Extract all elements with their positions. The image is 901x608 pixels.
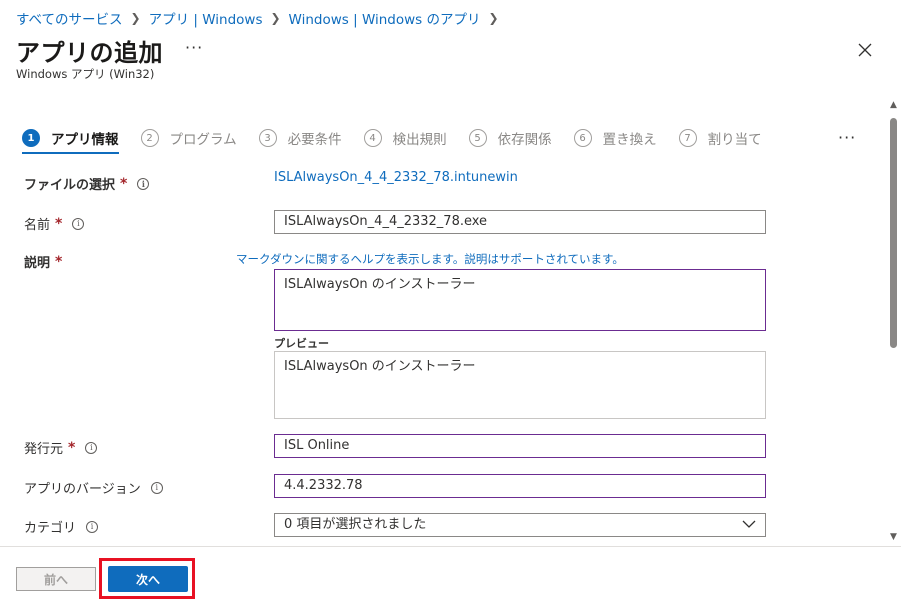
step-assignments[interactable]: 7 割り当て bbox=[678, 128, 762, 148]
breadcrumb: すべてのサービス ❯ アプリ | Windows ❯ Windows | Win… bbox=[16, 8, 507, 28]
chevron-down-icon bbox=[742, 514, 756, 536]
step-label: 置き換え bbox=[602, 132, 657, 148]
required-mark: * bbox=[68, 439, 76, 456]
step-requirements[interactable]: 3 必要条件 bbox=[258, 128, 342, 148]
page-subtitle: Windows アプリ (Win32) bbox=[16, 67, 155, 81]
scrollbar[interactable]: ▲ ▼ bbox=[887, 100, 901, 546]
category-select[interactable]: 0 項目が選択されました bbox=[274, 513, 766, 537]
step-number: 3 bbox=[258, 129, 277, 147]
chevron-right-icon: ❯ bbox=[130, 11, 141, 25]
steps-more-button[interactable]: ··· bbox=[838, 128, 856, 147]
more-options-button[interactable]: ··· bbox=[185, 38, 203, 57]
step-number: 2 bbox=[140, 129, 159, 147]
version-label: アプリのバージョン i bbox=[24, 478, 163, 497]
step-label: 必要条件 bbox=[287, 132, 342, 148]
markdown-help-link[interactable]: マークダウンに関するヘルプを表示します。説明はサポートされています。 bbox=[236, 251, 624, 267]
name-label: 名前 * i bbox=[24, 214, 85, 233]
info-icon[interactable]: i bbox=[85, 441, 98, 454]
wizard-steps: 1 アプリ情報 2 プログラム 3 必要条件 4 検出規則 5 依存関係 6 置… bbox=[22, 128, 784, 154]
close-icon[interactable] bbox=[855, 40, 875, 60]
chevron-right-icon: ❯ bbox=[488, 11, 499, 25]
next-button[interactable]: 次へ bbox=[108, 566, 188, 592]
info-icon[interactable]: i bbox=[137, 177, 150, 190]
required-mark: * bbox=[55, 253, 63, 270]
category-value: 0 項目が選択されました bbox=[284, 517, 427, 532]
step-number: 4 bbox=[363, 129, 382, 147]
chevron-right-icon: ❯ bbox=[270, 11, 281, 25]
previous-button[interactable]: 前へ bbox=[16, 567, 96, 591]
description-label: 説明 * bbox=[24, 253, 63, 272]
required-mark: * bbox=[55, 215, 63, 232]
step-label: 依存関係 bbox=[497, 132, 552, 148]
step-dependencies[interactable]: 5 依存関係 bbox=[468, 128, 552, 148]
scroll-thumb[interactable] bbox=[890, 118, 897, 348]
file-link[interactable]: ISLAlwaysOn_4_4_2332_78.intunewin bbox=[274, 170, 518, 185]
name-input[interactable]: ISLAlwaysOn_4_4_2332_78.exe bbox=[274, 210, 766, 234]
step-label: アプリ情報 bbox=[51, 132, 119, 148]
preview-box: ISLAlwaysOn のインストーラー bbox=[274, 351, 766, 419]
step-label: プログラム bbox=[169, 132, 237, 148]
footer-divider bbox=[0, 546, 901, 547]
required-mark: * bbox=[120, 175, 128, 192]
breadcrumb-all-services[interactable]: すべてのサービス bbox=[16, 8, 123, 28]
publisher-input[interactable]: ISL Online bbox=[274, 434, 766, 458]
step-number: 7 bbox=[678, 129, 697, 147]
publisher-label: 発行元 * i bbox=[24, 438, 98, 457]
breadcrumb-apps-windows[interactable]: アプリ | Windows bbox=[149, 8, 263, 28]
info-icon[interactable]: i bbox=[150, 481, 163, 494]
version-input[interactable]: 4.4.2332.78 bbox=[274, 474, 766, 498]
info-icon[interactable]: i bbox=[86, 520, 99, 533]
step-number: 6 bbox=[573, 129, 592, 147]
scroll-up-icon[interactable]: ▲ bbox=[890, 100, 897, 110]
step-app-info[interactable]: 1 アプリ情報 bbox=[22, 128, 119, 154]
page-title: アプリの追加 bbox=[16, 39, 163, 67]
step-program[interactable]: 2 プログラム bbox=[140, 128, 237, 148]
file-select-label: ファイルの選択 * i bbox=[24, 174, 150, 193]
step-number: 1 bbox=[22, 129, 40, 147]
step-number: 5 bbox=[468, 129, 487, 147]
step-detection-rules[interactable]: 4 検出規則 bbox=[363, 128, 447, 148]
breadcrumb-windows-apps[interactable]: Windows | Windows のアプリ bbox=[289, 8, 481, 28]
category-label: カテゴリ i bbox=[24, 517, 99, 536]
step-supersedence[interactable]: 6 置き換え bbox=[573, 128, 657, 148]
scroll-down-icon[interactable]: ▼ bbox=[890, 532, 897, 542]
step-label: 検出規則 bbox=[392, 132, 447, 148]
preview-label: プレビュー bbox=[274, 337, 329, 350]
description-textarea[interactable]: ISLAlwaysOn のインストーラー bbox=[274, 269, 766, 331]
step-label: 割り当て bbox=[707, 132, 762, 148]
info-icon[interactable]: i bbox=[72, 217, 85, 230]
